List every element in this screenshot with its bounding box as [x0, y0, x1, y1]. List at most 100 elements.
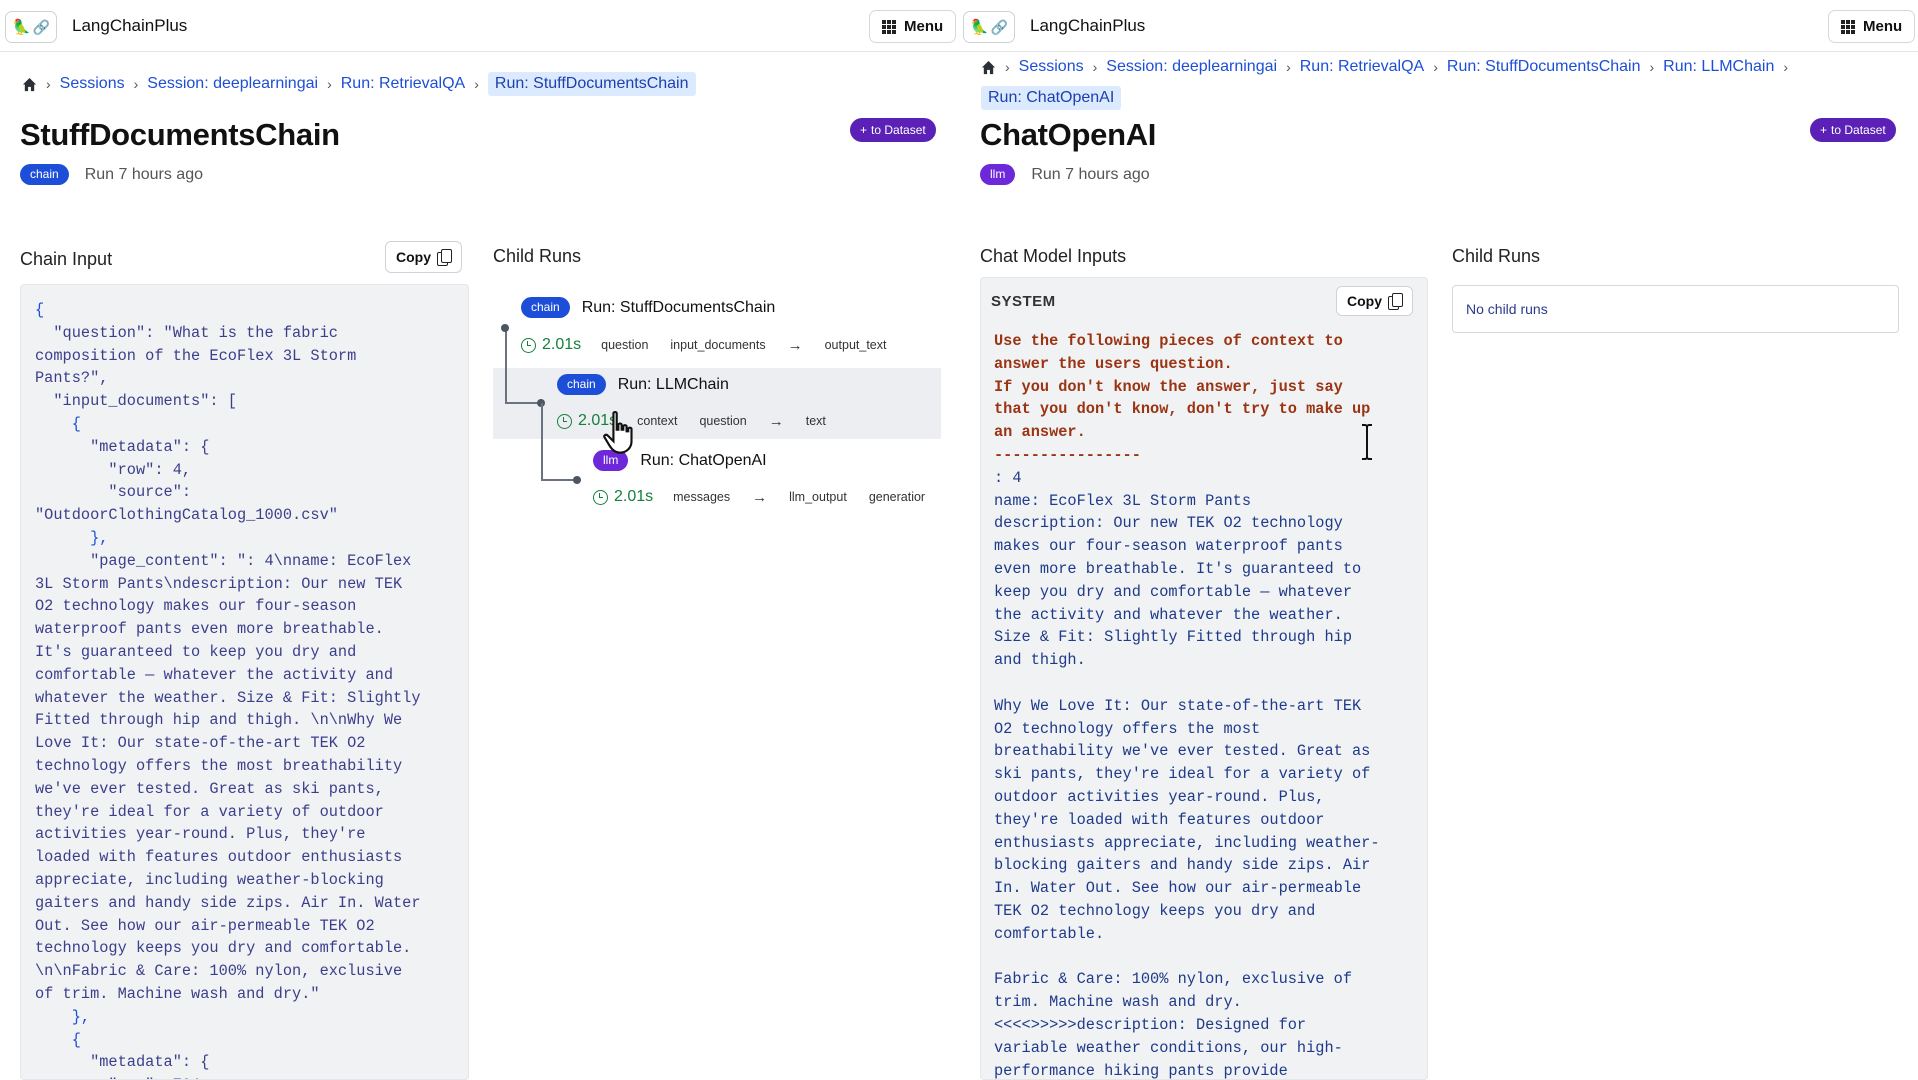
- crumb-session[interactable]: Session: deeplearningai: [147, 75, 318, 93]
- arrow-right-icon: →: [768, 412, 784, 430]
- chain-input-line: gaiters and handy side zips. Air In. Wat…: [35, 893, 421, 912]
- crumb-run-retrievalqa[interactable]: Run: RetrievalQA: [1300, 58, 1425, 76]
- menu-label: Menu: [1863, 18, 1903, 35]
- crumb-sessions[interactable]: Sessions: [60, 75, 125, 93]
- chain-input-line: O2 technology makes our four-season: [35, 597, 357, 616]
- tree-node: [501, 324, 509, 332]
- crumb-run-llmchain[interactable]: Run: LLMChain: [1663, 58, 1774, 76]
- crumb-current: Run: ChatOpenAI: [981, 86, 1122, 110]
- output-key: output_text: [824, 338, 887, 352]
- run-duration: 2.01s: [593, 488, 653, 506]
- clock-icon: [593, 489, 608, 505]
- chain-input-line: "row": 704,: [35, 1076, 209, 1079]
- input-key: question: [699, 414, 747, 428]
- text-cursor-icon: [1362, 424, 1372, 460]
- plus-icon: +: [1820, 123, 1828, 137]
- app-logo[interactable]: 🦜 🔗: [5, 11, 57, 43]
- run-type-badge: chain: [557, 374, 606, 395]
- menu-label: Menu: [904, 18, 944, 35]
- chain-input-text: { "question": "What is the fabric compos…: [21, 285, 468, 1079]
- copy-icon: [437, 249, 452, 266]
- child-run-llmchain[interactable]: chain Run: LLMChain: [557, 374, 729, 395]
- chain-input-line: "metadata": {: [90, 437, 210, 456]
- chain-input-line: {: [71, 1030, 81, 1049]
- chain-input-line: technology offers the most breathability: [35, 756, 403, 775]
- chain-input-line: Pants?",: [35, 369, 109, 388]
- copy-button[interactable]: Copy: [1336, 286, 1413, 316]
- child-runs-title: Child Runs: [493, 246, 582, 266]
- chain-input-line: technology keeps you dry and comfortable…: [35, 939, 412, 958]
- run-type-badge: chain: [521, 297, 570, 318]
- chain-input-line: whatever the weather. Size & Fit: Slight…: [35, 688, 421, 707]
- home-icon[interactable]: [981, 60, 996, 75]
- copy-icon: [1388, 293, 1403, 310]
- chevron-right-icon: ›: [1286, 59, 1291, 75]
- run-duration: 2.01s: [521, 336, 581, 354]
- child-runs-title: Child Runs: [1452, 246, 1541, 266]
- chevron-right-icon: ›: [1433, 59, 1438, 75]
- child-run-io: 2.01s question input_documents → output_…: [521, 336, 908, 354]
- tree-line: [541, 479, 577, 481]
- system-role-label: SYSTEM: [991, 293, 1056, 310]
- chain-input-code: { "question": "What is the fabric compos…: [20, 284, 469, 1080]
- chevron-right-icon: ›: [474, 76, 479, 92]
- tree-line: [541, 403, 543, 479]
- copy-button[interactable]: Copy: [385, 241, 462, 273]
- home-icon[interactable]: [22, 77, 37, 92]
- run-type-badge: llm: [980, 164, 1016, 185]
- chain-input-line: "row": 4,: [108, 460, 192, 479]
- chain-input-line: {: [35, 301, 45, 319]
- link-icon: 🔗: [990, 18, 1009, 35]
- chain-input-line: they're ideal for a variety of outdoor: [35, 802, 384, 821]
- run-time: Run 7 hours ago: [84, 165, 203, 183]
- crumb-sessions[interactable]: Sessions: [1019, 58, 1084, 76]
- system-message-text: Use the following pieces of context to a…: [994, 330, 1380, 1080]
- brand-name: LangChainPlus: [1030, 16, 1146, 35]
- parrot-icon: 🦜: [969, 19, 989, 36]
- input-key: context: [637, 414, 678, 428]
- child-run-name: Run: ChatOpenAI: [640, 451, 767, 469]
- system-message-box: SYSTEM Copy Use the following pieces of …: [980, 277, 1428, 1080]
- input-key: input_documents: [670, 338, 766, 352]
- copy-label: Copy: [1347, 293, 1382, 309]
- output-key: generatior: [868, 490, 926, 504]
- chain-input-line: of trim. Machine wash and dry.": [35, 984, 320, 1003]
- chain-input-line: "source":: [108, 483, 192, 502]
- menu-button[interactable]: Menu: [1828, 10, 1916, 43]
- chain-input-line: It's guaranteed to keep you dry and: [35, 642, 357, 661]
- child-run-stuffdocumentschain[interactable]: chain Run: StuffDocumentsChain: [521, 297, 775, 318]
- chain-input-line: 3L Storm Pants\ndescription: Our new TEK: [35, 574, 403, 593]
- chain-input-line: "input_documents": [: [53, 392, 237, 411]
- page-title: StuffDocumentsChain: [20, 117, 340, 152]
- add-to-dataset-button[interactable]: + to Dataset: [1810, 118, 1896, 142]
- child-run-name: Run: StuffDocumentsChain: [581, 298, 776, 316]
- chain-input-line: Out. See how our air-permeable TEK O2: [35, 916, 375, 935]
- chain-input-line: activities year-round. Plus, they're: [35, 825, 366, 844]
- chevron-right-icon: ›: [46, 76, 51, 92]
- chain-input-line: waterproof pants even more breathable.: [35, 620, 384, 639]
- add-to-dataset-button[interactable]: + to Dataset: [850, 118, 936, 142]
- system-context: : 4 name: EcoFlex 3L Storm Pants descrip…: [994, 468, 1380, 1080]
- plus-icon: +: [860, 123, 868, 137]
- chain-input-line: Love It: Our state-of-the-art TEK O2: [35, 734, 366, 753]
- chevron-right-icon: ›: [1649, 59, 1655, 75]
- link-icon: 🔗: [32, 18, 51, 35]
- crumb-run-stuffdocumentschain[interactable]: Run: StuffDocumentsChain: [1447, 58, 1641, 76]
- breadcrumb: › Sessions › Session: deeplearningai › R…: [981, 58, 1881, 110]
- chain-input-line: we've ever tested. Great as ski pants,: [35, 779, 384, 798]
- clock-icon: [557, 413, 572, 429]
- chain-input-line: appreciate, including weather-blocking: [35, 870, 384, 889]
- run-time: Run 7 hours ago: [1031, 165, 1150, 183]
- child-run-io: 2.01s messages → llm_output generatior: [593, 488, 941, 506]
- system-instructions: Use the following pieces of context to a…: [994, 332, 1371, 464]
- arrow-right-icon: →: [752, 488, 768, 506]
- app-logo[interactable]: 🦜 🔗: [963, 11, 1015, 43]
- crumb-session[interactable]: Session: deeplearningai: [1106, 58, 1277, 76]
- chain-input-line: \n\nFabric & Care: 100% nylon, exclusive: [35, 962, 403, 981]
- dataset-button-label: to Dataset: [1831, 123, 1886, 137]
- menu-button[interactable]: Menu: [869, 10, 957, 43]
- crumb-run-retrievalqa[interactable]: Run: RetrievalQA: [341, 75, 466, 93]
- run-meta: llm Run 7 hours ago: [980, 164, 1150, 185]
- crumb-current: Run: StuffDocumentsChain: [487, 72, 696, 96]
- chain-input-line: "question": "What is the fabric: [53, 323, 338, 342]
